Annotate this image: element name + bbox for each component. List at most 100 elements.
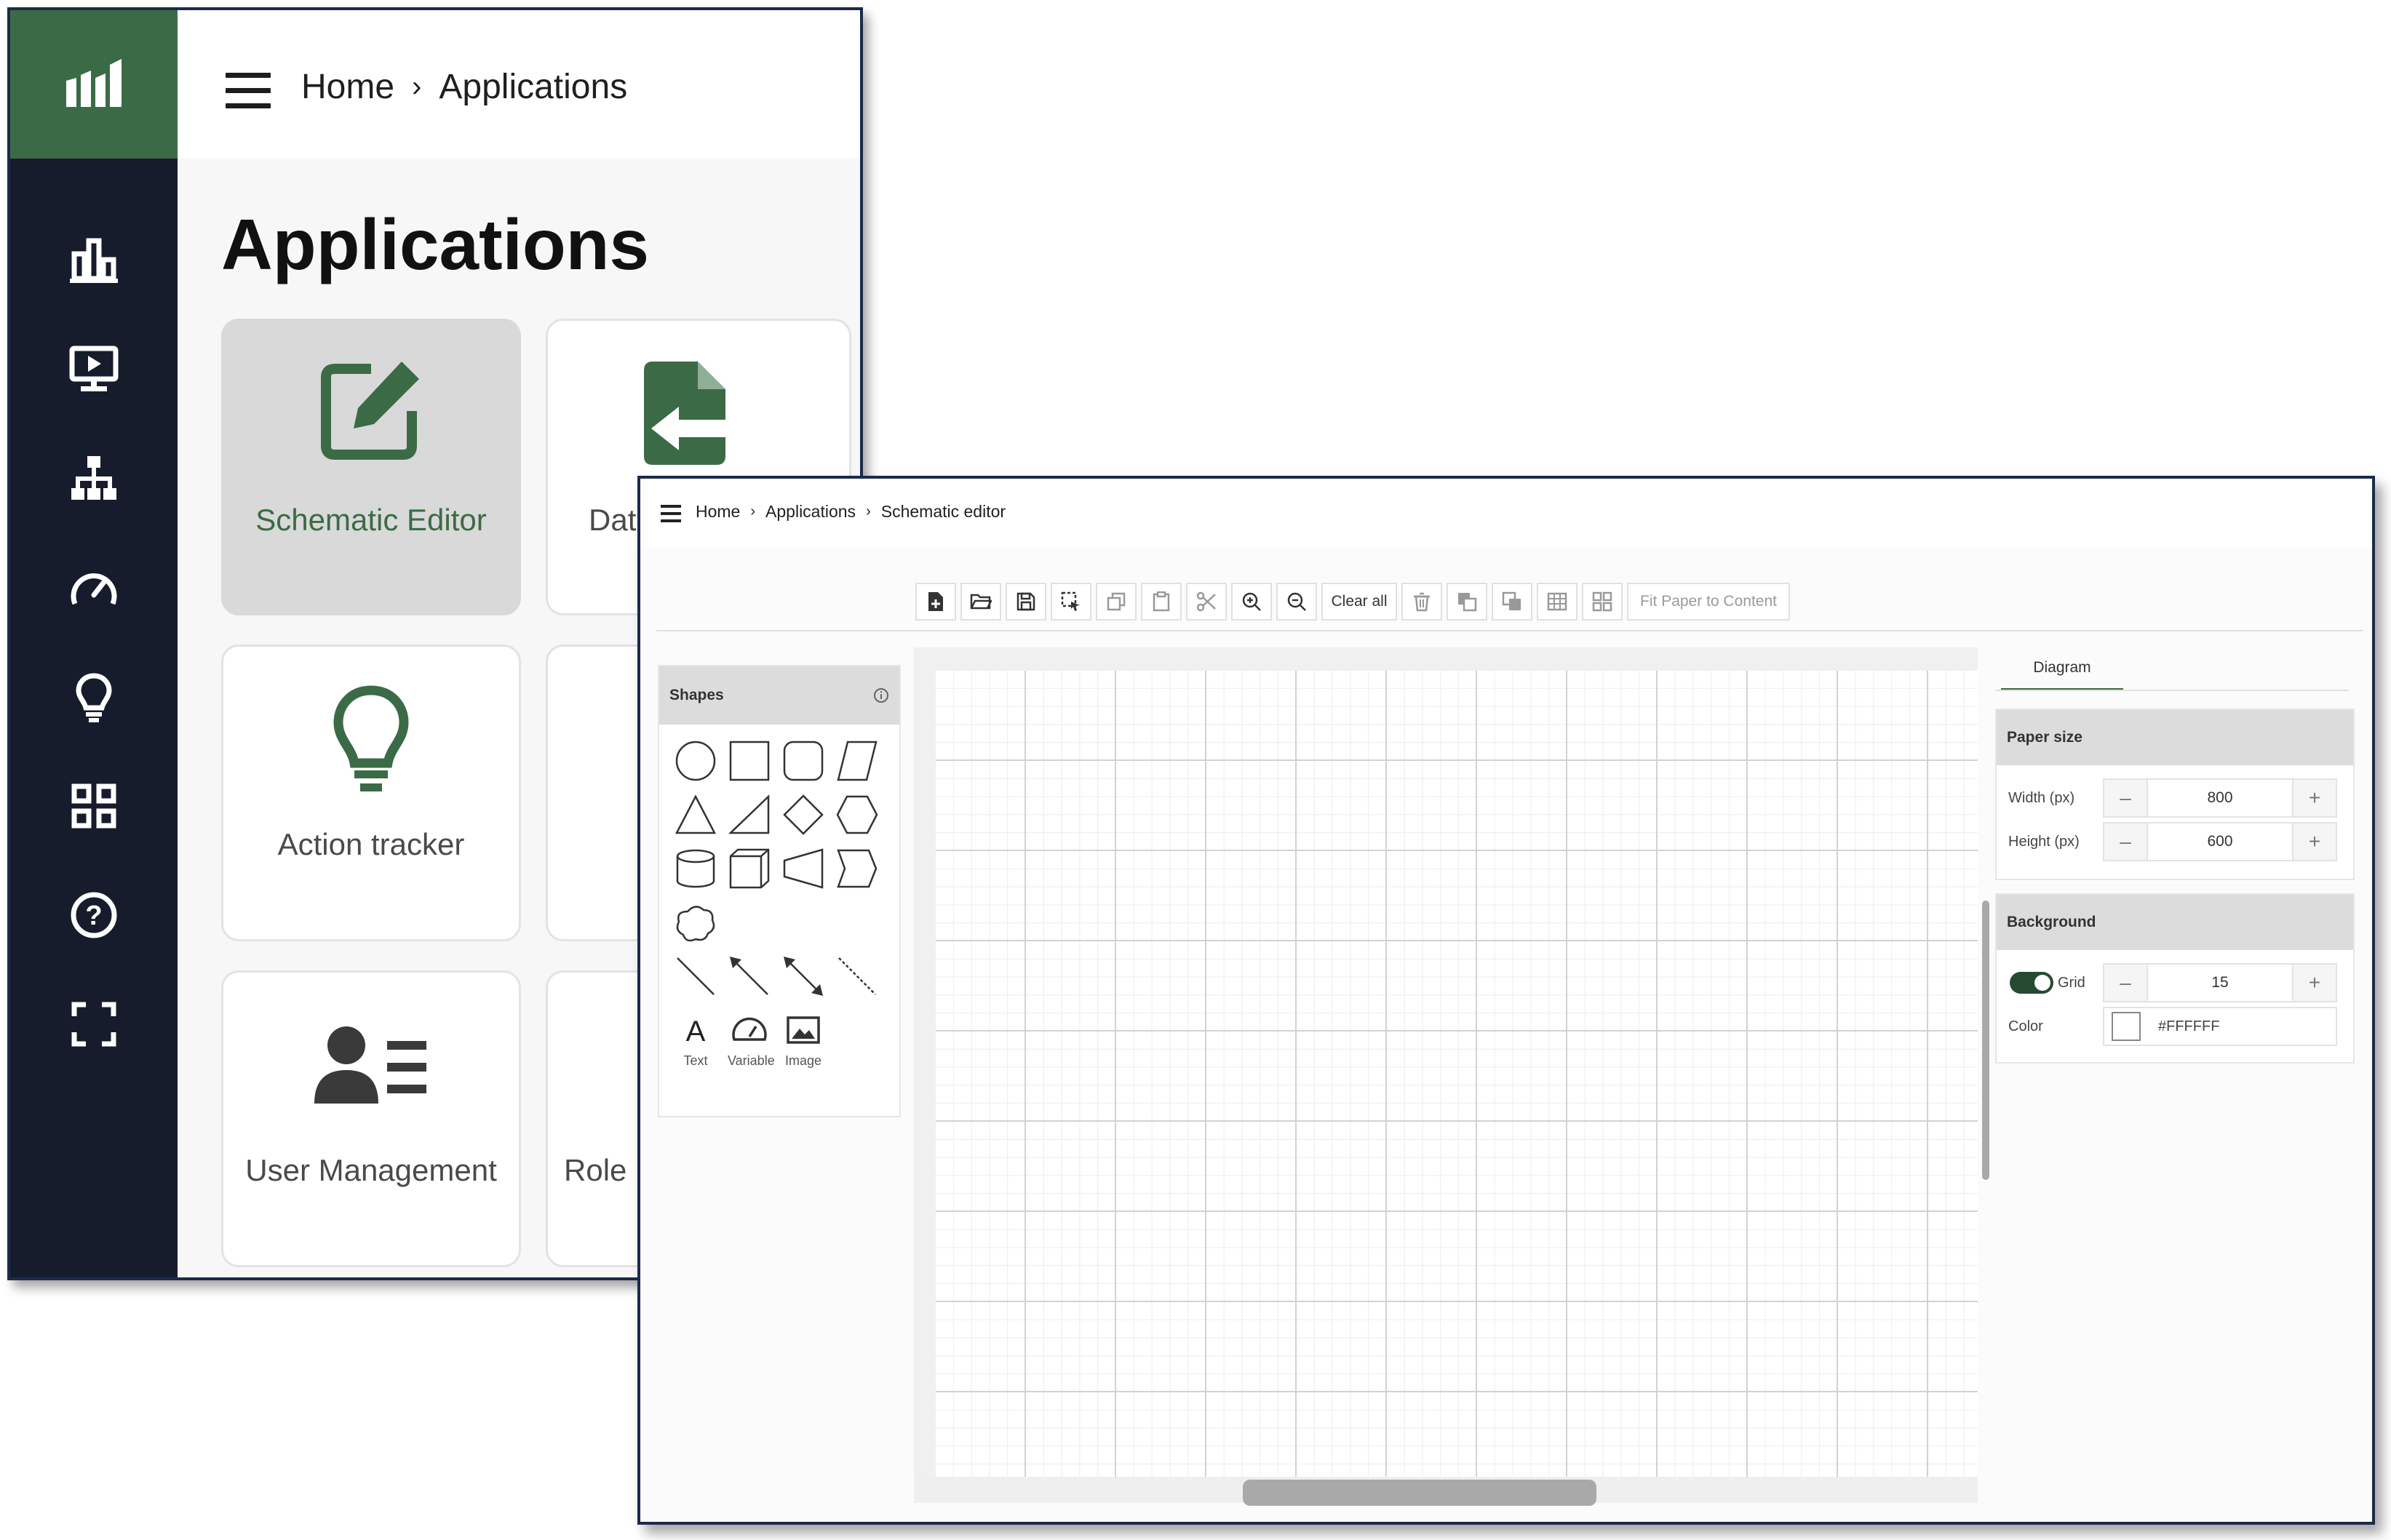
grid-size-input[interactable]: 15 xyxy=(2147,965,2293,1001)
page-title: Applications xyxy=(221,204,650,284)
editor-toolbar: Clear all Fit Paper to Content xyxy=(915,582,1794,621)
cloud-shape-icon[interactable] xyxy=(674,901,717,944)
table-icon xyxy=(1547,592,1567,611)
chevron-right-icon: › xyxy=(412,71,422,103)
bring-front-button[interactable] xyxy=(1492,583,1532,621)
paper-size-title: Paper size xyxy=(1997,710,2353,765)
variable-tool-icon[interactable] xyxy=(728,1008,771,1052)
select-button[interactable] xyxy=(1051,583,1091,621)
edit-icon xyxy=(223,359,519,460)
triangle-shape-icon[interactable] xyxy=(674,793,717,837)
vertical-scroll-thumb[interactable] xyxy=(1982,901,1989,1180)
width-increment-button[interactable]: + xyxy=(2293,780,2336,816)
cut-icon xyxy=(1196,591,1216,612)
horizontal-scrollbar[interactable] xyxy=(914,1477,1978,1506)
breadcrumb-home[interactable]: Home xyxy=(696,502,740,522)
line-tool-icon[interactable] xyxy=(674,954,717,998)
table-button[interactable] xyxy=(1537,583,1578,621)
new-file-button[interactable] xyxy=(915,583,956,621)
app-card-user-management[interactable]: User Management xyxy=(221,970,521,1267)
dashed-line-tool-icon[interactable] xyxy=(835,954,879,998)
save-button[interactable] xyxy=(1006,583,1046,621)
width-label: Width (px) xyxy=(2008,789,2075,806)
double-arrow-tool-icon[interactable] xyxy=(781,954,825,998)
right-triangle-shape-icon[interactable] xyxy=(728,793,771,837)
breadcrumb-home[interactable]: Home xyxy=(301,67,394,107)
height-decrement-button[interactable]: – xyxy=(2104,823,2147,860)
fullscreen-icon[interactable] xyxy=(10,988,178,1061)
zoom-out-button[interactable] xyxy=(1276,583,1317,621)
group-button[interactable] xyxy=(1582,583,1623,621)
pentagon-arrow-shape-icon[interactable] xyxy=(835,847,879,890)
width-input[interactable]: 800 xyxy=(2147,780,2293,816)
rounded-rectangle-shape-icon[interactable] xyxy=(781,739,825,783)
clear-all-button[interactable]: Clear all xyxy=(1321,583,1397,621)
diamond-shape-icon[interactable] xyxy=(781,793,825,837)
grid-decrement-button[interactable]: – xyxy=(2104,965,2147,1001)
svg-text:?: ? xyxy=(85,901,102,931)
app-card-schematic-editor[interactable]: Schematic Editor xyxy=(221,319,521,615)
grid-toggle[interactable] xyxy=(2010,972,2053,994)
cylinder-shape-icon[interactable] xyxy=(674,847,717,890)
color-field[interactable]: #FFFFFF xyxy=(2103,1007,2337,1046)
monitor-play-icon[interactable] xyxy=(10,333,178,406)
gauge-icon[interactable] xyxy=(10,551,178,624)
trapezoid-shape-icon[interactable] xyxy=(781,847,825,890)
copy-icon xyxy=(1107,592,1126,611)
background-section: Background Grid – 15 + Color #FFFFFF xyxy=(1995,893,2355,1064)
properties-panel: Diagram Paper size Width (px) – 800 + He… xyxy=(1995,647,2359,1084)
fit-paper-button[interactable]: Fit Paper to Content xyxy=(1627,583,1790,621)
zoom-in-button[interactable] xyxy=(1231,583,1272,621)
lightbulb-icon[interactable] xyxy=(10,661,178,733)
paste-button[interactable] xyxy=(1141,583,1182,621)
breadcrumb-schematic-editor: Schematic editor xyxy=(880,502,1006,521)
app-logo[interactable] xyxy=(10,10,178,159)
hierarchy-icon[interactable] xyxy=(10,442,178,515)
app-card-action-tracker[interactable]: Action tracker xyxy=(221,645,521,941)
height-input[interactable]: 600 xyxy=(2147,823,2293,860)
menu-icon[interactable] xyxy=(226,73,271,109)
grid-increment-button[interactable]: + xyxy=(2293,965,2336,1001)
shapes-panel: Shapes A Text Variable Image xyxy=(658,665,901,1117)
user-list-icon xyxy=(223,1025,519,1105)
delete-button[interactable] xyxy=(1401,583,1442,621)
text-tool-icon[interactable]: A xyxy=(674,1008,717,1052)
bar-chart-icon[interactable] xyxy=(10,224,178,297)
image-tool-icon[interactable] xyxy=(781,1008,825,1052)
color-swatch[interactable] xyxy=(2112,1012,2141,1041)
breadcrumb-applications[interactable]: Applications xyxy=(439,67,627,107)
menu-icon[interactable] xyxy=(661,505,681,522)
copy-button[interactable] xyxy=(1096,583,1137,621)
width-decrement-button[interactable]: – xyxy=(2104,780,2147,816)
grid-icon[interactable] xyxy=(10,770,178,842)
shapes-panel-header: Shapes xyxy=(659,666,899,725)
send-back-button[interactable] xyxy=(1447,583,1487,621)
grid-label: Grid xyxy=(2058,974,2085,991)
rectangle-shape-icon[interactable] xyxy=(728,739,771,783)
info-icon[interactable] xyxy=(873,687,889,703)
open-folder-icon xyxy=(970,594,992,610)
paper-size-section: Paper size Width (px) – 800 + Height (px… xyxy=(1995,709,2355,880)
parallelogram-shape-icon[interactable] xyxy=(835,739,879,783)
tab-divider xyxy=(1995,690,2349,691)
hexagon-shape-icon[interactable] xyxy=(835,793,879,837)
chevron-right-icon: › xyxy=(866,503,871,519)
svg-text:A: A xyxy=(686,1016,706,1048)
cube-shape-icon[interactable] xyxy=(728,847,771,890)
tab-diagram[interactable]: Diagram xyxy=(2001,647,2123,691)
color-value: #FFFFFF xyxy=(2158,1018,2220,1034)
breadcrumb-applications[interactable]: Applications xyxy=(765,502,856,522)
canvas-area[interactable] xyxy=(914,647,1978,1506)
height-increment-button[interactable]: + xyxy=(2293,823,2336,860)
image-tool-label: Image xyxy=(784,1053,822,1068)
arrow-tool-icon[interactable] xyxy=(728,954,771,998)
paper-grid[interactable] xyxy=(936,671,1978,1477)
horizontal-scroll-thumb[interactable] xyxy=(1243,1480,1596,1506)
logo-icon xyxy=(66,59,122,107)
toolbar-divider xyxy=(656,630,2363,631)
cut-button[interactable] xyxy=(1186,583,1227,621)
help-icon[interactable]: ? xyxy=(10,879,178,951)
open-button[interactable] xyxy=(960,583,1001,621)
lightbulb-icon xyxy=(223,685,519,794)
circle-shape-icon[interactable] xyxy=(674,739,717,783)
